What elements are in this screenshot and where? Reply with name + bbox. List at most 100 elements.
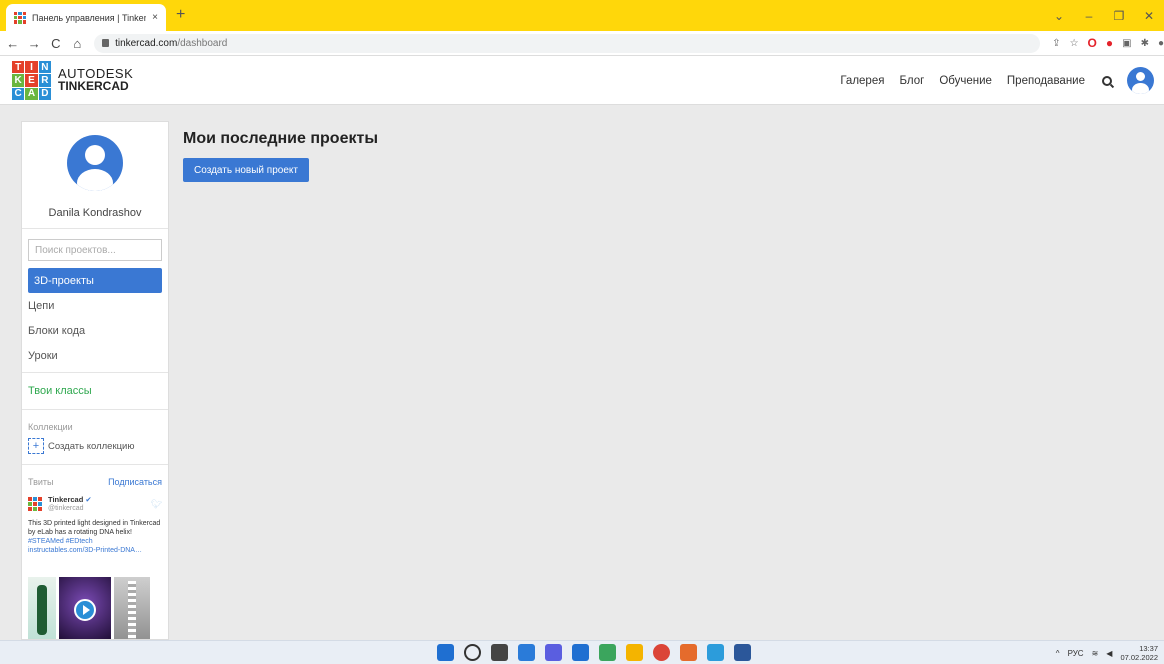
create-collection-button[interactable]: + Создать коллекцию <box>22 432 168 460</box>
tweet-author-handle: @tinkercad <box>48 505 84 512</box>
site-header: T I N K E R C A D AUTODESK TINKERCAD Гал… <box>0 56 1164 105</box>
chevron-up-icon[interactable]: ^ <box>1056 649 1060 658</box>
tweet-card[interactable]: Tinkercad ✔ @tinkercad 🐦︎ This 3D printe… <box>22 491 168 639</box>
tab-title: Панель управления | Tinkercad <box>32 12 147 23</box>
minimize-button[interactable]: – <box>1074 9 1104 23</box>
tinkercad-favicon-icon <box>14 11 26 24</box>
logo-letter: I <box>25 61 38 74</box>
restore-button[interactable]: ❐ <box>1104 9 1134 23</box>
chrome-icon[interactable] <box>653 644 670 661</box>
share-icon[interactable]: ⇪ <box>1052 38 1060 49</box>
matlab-icon[interactable] <box>680 644 697 661</box>
logo-letter: D <box>38 87 51 100</box>
tweet-author-name: Tinkercad ✔ <box>48 495 92 504</box>
tweet-media[interactable] <box>28 577 162 639</box>
forward-arrow-icon[interactable]: → <box>26 36 44 51</box>
profile-card: Danila Kondrashov <box>22 135 168 229</box>
tweets-header: Твиты Подписаться <box>22 469 168 491</box>
create-new-design-button[interactable]: Создать новый проект <box>183 158 309 182</box>
language-indicator[interactable]: РУС <box>1068 649 1084 658</box>
sidebar-item-circuits[interactable]: Цепи <box>22 293 168 318</box>
opera-extension-icon[interactable]: O <box>1088 36 1097 50</box>
back-arrow-icon[interactable]: ← <box>4 36 22 51</box>
plus-icon: + <box>28 438 44 454</box>
task-view-icon[interactable] <box>491 644 508 661</box>
play-icon[interactable] <box>74 599 96 621</box>
nav-teach[interactable]: Преподавание <box>1007 75 1085 87</box>
search-icon[interactable] <box>1102 75 1112 86</box>
search-icon[interactable] <box>464 644 481 661</box>
divider <box>22 409 168 410</box>
app-icon[interactable] <box>599 644 616 661</box>
reload-icon[interactable]: C <box>47 36 65 51</box>
home-icon[interactable]: ⌂ <box>69 36 87 51</box>
clock-date: 07.02.2022 <box>1120 653 1158 662</box>
divider <box>22 464 168 465</box>
twitter-bird-icon: 🐦︎ <box>150 498 162 509</box>
wifi-icon[interactable]: ≋ <box>1092 649 1099 658</box>
divider <box>22 372 168 373</box>
tinkercad-logo-icon <box>28 497 42 511</box>
project-type-list: 3D-проекты Цепи Блоки кода Уроки <box>22 268 168 368</box>
taskbar-apps <box>437 644 751 661</box>
adblock-extension-icon[interactable]: ● <box>1106 36 1113 50</box>
window-controls: ⌄ – ❐ ✕ <box>1044 0 1164 31</box>
tweet-image <box>114 577 150 639</box>
extensions-area: ⇪ ☆ O ● ▣ ✱ ● <box>1052 36 1164 50</box>
address-bar[interactable]: tinkercad.com/dashboard <box>94 33 1041 53</box>
nav-gallery[interactable]: Галерея <box>840 75 884 87</box>
logo-letter: N <box>38 61 51 74</box>
sidebar-item-codeblocks[interactable]: Блоки кода <box>22 318 168 343</box>
your-classes-link[interactable]: Твои классы <box>22 377 168 405</box>
sidebar-item-lessons[interactable]: Уроки <box>22 343 168 368</box>
logo-letter: E <box>25 74 38 87</box>
tinkercad-logo[interactable]: T I N K E R C A D <box>12 61 51 100</box>
tweet-text: This 3D printed light designed in Tinker… <box>28 520 161 554</box>
tab-close-icon[interactable]: × <box>152 12 158 23</box>
profile-icon[interactable]: ● <box>1158 38 1164 49</box>
url-host: tinkercad.com <box>115 37 178 49</box>
follow-link[interactable]: Подписаться <box>108 477 162 487</box>
tweet-hashtags[interactable]: #STEAMed #EDtech <box>28 538 93 545</box>
collections-heading: Коллекции <box>28 422 73 432</box>
tab-search-icon[interactable]: ⌄ <box>1044 9 1074 23</box>
top-navigation: Галерея Блог Обучение Преподавание <box>840 64 1154 97</box>
verified-badge-icon: ✔ <box>85 495 92 504</box>
project-search-input[interactable] <box>28 239 162 261</box>
extensions-puzzle-icon[interactable]: ✱ <box>1141 38 1149 49</box>
logo-letter: K <box>12 74 25 87</box>
new-tab-button[interactable]: + <box>176 6 185 24</box>
profile-avatar-icon[interactable] <box>67 135 123 191</box>
dashboard-sidebar: Danila Kondrashov 3D-проекты Цепи Блоки … <box>21 121 169 640</box>
close-window-button[interactable]: ✕ <box>1134 9 1164 23</box>
browser-tabstrip: Панель управления | Tinkercad × + ⌄ – ❐ … <box>0 0 1164 31</box>
nav-blog[interactable]: Блог <box>899 75 924 87</box>
widgets-icon[interactable] <box>518 644 535 661</box>
tweet-link[interactable]: instructables.com/3D-Printed-DNA… <box>28 547 142 554</box>
logo-letter: R <box>38 74 51 87</box>
username[interactable]: Danila Kondrashov <box>22 207 168 219</box>
logo-letter: A <box>25 87 38 100</box>
tweet-author: Tinkercad ✔ @tinkercad 🐦︎ <box>28 495 162 513</box>
tweets-heading: Твиты <box>28 477 54 487</box>
chat-icon[interactable] <box>545 644 562 661</box>
user-avatar-icon[interactable] <box>1127 67 1154 94</box>
sidebar-item-3d-designs[interactable]: 3D-проекты <box>28 268 162 293</box>
nav-learn[interactable]: Обучение <box>939 75 992 87</box>
app-icon[interactable] <box>572 644 589 661</box>
file-explorer-icon[interactable] <box>626 644 643 661</box>
os-taskbar: ^ РУС ≋ ◀ 13:37 07.02.2022 <box>0 640 1164 664</box>
word-icon[interactable] <box>734 644 751 661</box>
bookmark-star-icon[interactable]: ☆ <box>1070 38 1079 49</box>
volume-icon[interactable]: ◀ <box>1106 649 1112 658</box>
windows-start-icon[interactable] <box>437 644 454 661</box>
tweet-image <box>28 577 56 639</box>
extension-icon[interactable]: ▣ <box>1122 38 1131 49</box>
app-icon[interactable] <box>707 644 724 661</box>
brand-wordmark[interactable]: AUTODESK TINKERCAD <box>58 67 133 93</box>
logo-letter: C <box>12 87 25 100</box>
browser-tab[interactable]: Панель управления | Tinkercad × <box>6 4 166 31</box>
browser-toolbar: ← → C ⌂ tinkercad.com/dashboard ⇪ ☆ O ● … <box>0 31 1164 56</box>
create-collection-label: Создать коллекцию <box>48 440 135 452</box>
clock[interactable]: 13:37 07.02.2022 <box>1120 644 1158 662</box>
